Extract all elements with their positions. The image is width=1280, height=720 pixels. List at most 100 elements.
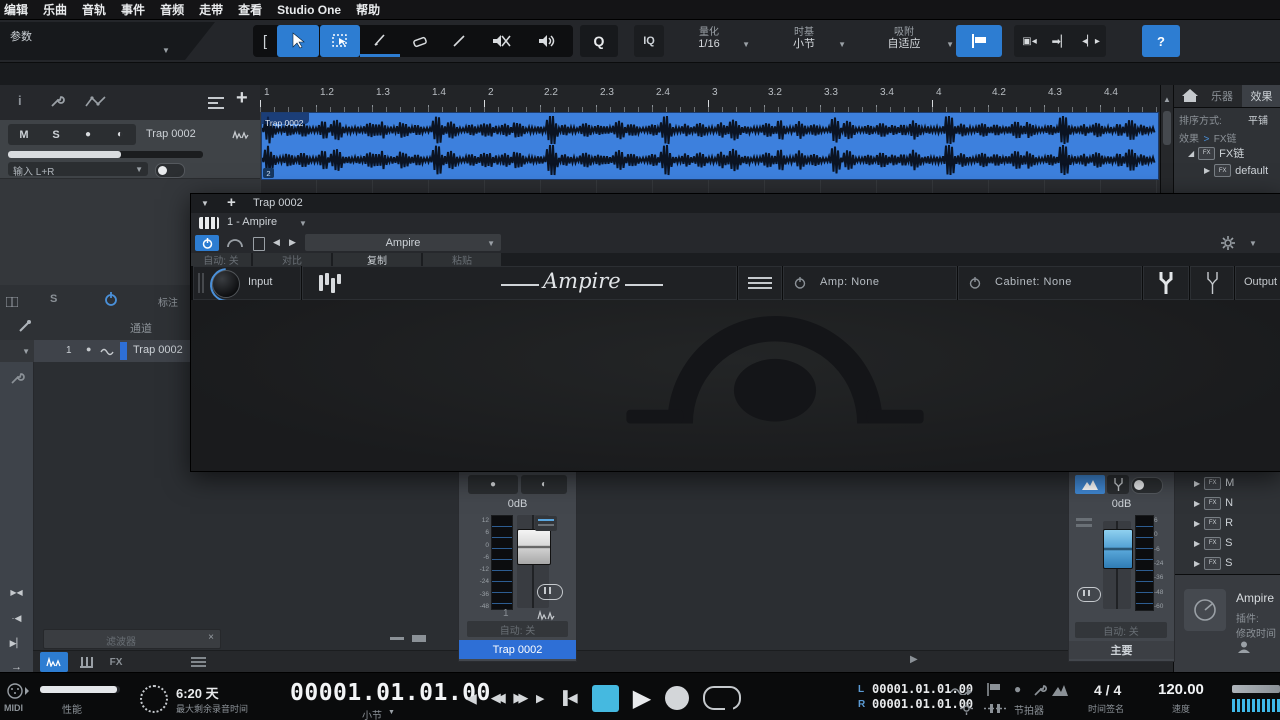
menu-item[interactable]: 乐曲 xyxy=(43,1,67,18)
tab-channels[interactable] xyxy=(40,652,68,672)
slot-chevron-down-icon[interactable]: ▼ xyxy=(299,219,307,228)
next-preset-icon[interactable]: ▶ xyxy=(289,237,296,248)
automation-curve-icon[interactable] xyxy=(84,94,108,110)
scroll-right-icon[interactable]: ▶ xyxy=(910,654,918,665)
record-button[interactable] xyxy=(665,686,689,710)
tempo-value[interactable]: 120.00 xyxy=(1158,681,1204,698)
range-tool-button[interactable] xyxy=(320,25,360,57)
fx-list-item[interactable]: ▶FXM xyxy=(1194,473,1280,493)
strip-auto-button[interactable]: 自动: 关 xyxy=(467,621,568,637)
prev-preset-icon[interactable]: ◀ xyxy=(273,237,280,248)
main-gain-label[interactable]: 0dB xyxy=(1069,498,1174,510)
header-section-menu[interactable] xyxy=(738,266,782,300)
tab-faders[interactable] xyxy=(73,652,99,672)
track-volume-slider[interactable] xyxy=(8,151,203,158)
snap-dropdown[interactable]: 吸附 自适应 ▼ xyxy=(858,27,950,51)
grid-small-icon[interactable] xyxy=(6,297,18,307)
monitor-button[interactable]: ◐ xyxy=(104,124,136,145)
tree-item-fxchain[interactable]: ◢ FX FX链 xyxy=(1188,145,1244,161)
main-name-bar[interactable]: 主要 xyxy=(1069,641,1174,659)
inspector-icon[interactable]: i xyxy=(18,93,22,108)
expanded-icon[interactable]: ◢ xyxy=(1188,149,1194,158)
solo-button[interactable]: S xyxy=(40,124,72,145)
collapsed-icon[interactable]: ▶ xyxy=(1194,539,1200,548)
main-fader-track[interactable] xyxy=(1103,521,1131,609)
menu-item[interactable]: 走带 xyxy=(199,1,223,18)
strip-gain-label[interactable]: 0dB xyxy=(459,498,576,510)
track-name[interactable]: Trap 0002 xyxy=(146,128,196,140)
channel-strip-main[interactable]: 0dB 60-6-24-36-48-60 自动: 关 主要 xyxy=(1068,470,1175,662)
preset-file-icon[interactable] xyxy=(253,237,265,251)
cabinet-power-icon[interactable] xyxy=(969,277,981,289)
quantize-dropdown[interactable]: 量化 1/16 ▼ xyxy=(670,27,748,51)
main-mono-button[interactable] xyxy=(1075,475,1105,494)
metronome-label[interactable]: 节拍器 xyxy=(1014,702,1044,717)
mute-tool-button[interactable] xyxy=(478,25,524,57)
timebase-dropdown[interactable]: 时基 小节 ▼ xyxy=(764,27,844,51)
fx-list-item[interactable]: ▶FXN xyxy=(1194,493,1280,513)
header-section-cabinet[interactable]: Cabinet: None xyxy=(958,266,1142,300)
main-auto-button[interactable]: 自动: 关 xyxy=(1075,622,1167,638)
menu-item[interactable]: Studio One xyxy=(277,3,341,17)
gear-icon[interactable] xyxy=(1221,236,1235,250)
menu-item[interactable]: 事件 xyxy=(121,1,145,18)
loop-button[interactable] xyxy=(703,686,741,710)
preset-combo[interactable]: Ampire ▼ xyxy=(305,234,501,251)
performance-label[interactable]: 性能 xyxy=(62,701,82,716)
menu-item[interactable]: 帮助 xyxy=(356,1,380,18)
main-mono-icon[interactable] xyxy=(1077,587,1101,602)
fx-list-item[interactable]: ▶FXS xyxy=(1194,533,1280,553)
sort-value[interactable]: 平铺 xyxy=(1248,112,1268,127)
compare-button[interactable]: 对比 xyxy=(253,253,331,266)
arrow-tool-button[interactable] xyxy=(277,25,319,57)
tools-wrench-icon[interactable] xyxy=(48,94,66,110)
header-section-tuner2[interactable] xyxy=(1190,266,1234,300)
time-unit-label[interactable]: 小节 xyxy=(362,707,382,720)
paint-tool-button[interactable] xyxy=(360,25,400,57)
edit-cursor-button[interactable]: ◂▏▸ xyxy=(1076,25,1106,57)
eraser-tool-button[interactable] xyxy=(400,25,440,57)
plugin-menu-chevron-icon[interactable]: ▼ xyxy=(1249,239,1257,248)
params-chevron-down-icon[interactable]: ▼ xyxy=(162,46,170,55)
menu-item[interactable]: 编辑 xyxy=(4,1,28,18)
row-mode-cell[interactable]: ▼ xyxy=(0,340,34,362)
return-to-start-button[interactable]: ▐◀ xyxy=(558,690,577,706)
header-section-output[interactable]: Output xyxy=(1235,266,1280,300)
metronome-setup-icon[interactable] xyxy=(1032,684,1047,697)
split-tool-button[interactable] xyxy=(440,25,478,57)
strip-fader-cap[interactable] xyxy=(517,529,551,565)
zoom-tool-button[interactable]: Q xyxy=(580,25,618,57)
menu-item[interactable]: 查看 xyxy=(238,1,262,18)
drag-handle[interactable] xyxy=(198,273,200,293)
audio-clip[interactable]: Trap 0002 2 xyxy=(261,112,1159,180)
scroll-thumb[interactable] xyxy=(1163,111,1171,145)
tab-fx[interactable]: FX xyxy=(103,652,129,672)
time-unit-chevron-icon[interactable]: ▼ xyxy=(388,709,395,716)
plugin-window[interactable]: ▼ + Trap 0002 1 - Ampire ▼ ◀ ▶ Ampire ▼ … xyxy=(190,193,1280,472)
fast-forward-button[interactable]: ▶▶ xyxy=(513,690,522,706)
help-button[interactable]: ? xyxy=(1142,25,1180,57)
prev-bar-button[interactable]: ◀ xyxy=(466,690,477,707)
row-monitor-icon[interactable] xyxy=(100,348,114,356)
collapsed-icon[interactable]: ▶ xyxy=(1194,519,1200,528)
power-icon[interactable] xyxy=(104,292,118,306)
fx-list-item[interactable]: ▶FXS xyxy=(1194,553,1280,573)
snap-toggle-button[interactable] xyxy=(956,25,1002,57)
strip-narrow-icon[interactable] xyxy=(390,637,404,640)
params-panel[interactable]: 参数 ▼ xyxy=(0,22,215,60)
main-tuner-button[interactable] xyxy=(1107,475,1129,494)
preroll-icon[interactable] xyxy=(950,685,972,695)
menu-item[interactable]: 音轨 xyxy=(82,1,106,18)
automation-mode-button[interactable]: 自动: 关 xyxy=(191,253,251,266)
tab-effects[interactable]: 效果 xyxy=(1242,85,1280,107)
arch-icon[interactable] xyxy=(227,238,243,248)
play-button[interactable]: ▶ xyxy=(633,684,651,713)
strip-name-bar[interactable]: Trap 0002 xyxy=(459,640,576,659)
wrench-icon[interactable] xyxy=(9,372,25,386)
console-solo-button[interactable]: S xyxy=(50,293,57,305)
monitor-toggle[interactable] xyxy=(155,163,185,178)
listen-tool-button[interactable] xyxy=(524,25,570,57)
keyboard-icon[interactable] xyxy=(199,217,219,229)
loop-r-value[interactable]: 00001.01.01.00 xyxy=(872,697,973,711)
collapsed-icon[interactable]: ▶ xyxy=(1194,479,1200,488)
